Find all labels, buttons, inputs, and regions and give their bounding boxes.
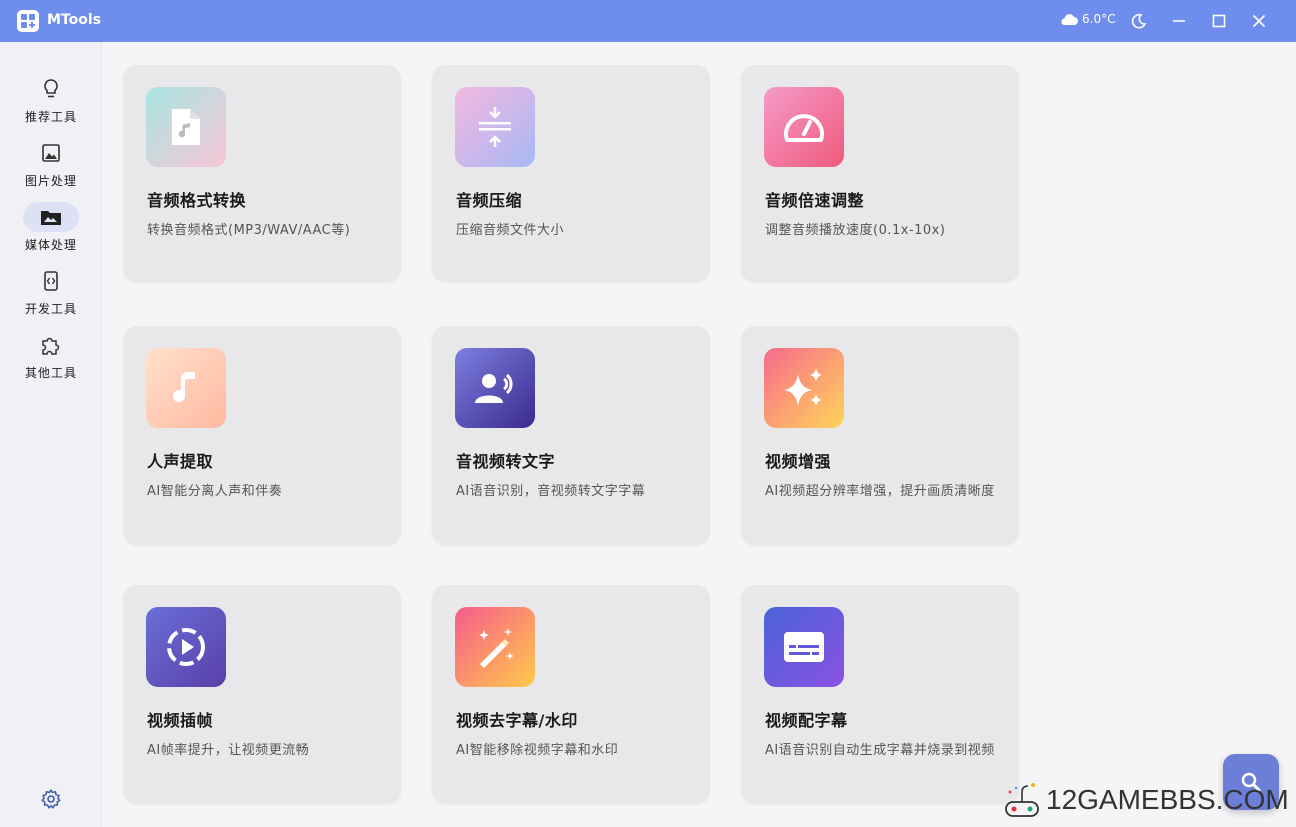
sidebar-item-dev[interactable]: 开发工具 — [0, 264, 102, 322]
subtitles-icon — [764, 607, 844, 687]
play-circle-icon — [146, 607, 226, 687]
minimize-button[interactable] — [1167, 9, 1191, 33]
card-title: 音频压缩 — [456, 191, 523, 210]
sidebar-item-label: 媒体处理 — [24, 238, 77, 252]
tool-card-vocal-extract[interactable]: 人声提取 AI智能分离人声和伴奏 — [123, 326, 401, 545]
sidebar-item-label: 其他工具 — [24, 366, 77, 380]
compress-icon — [455, 87, 535, 167]
card-description: AI语音识别自动生成字幕并烧录到视频 — [765, 743, 995, 758]
sidebar-item-image[interactable]: 图片处理 — [0, 136, 102, 194]
tool-card-speech-to-text[interactable]: 音视频转文字 AI语音识别，音视频转文字字幕 — [432, 326, 710, 545]
maximize-icon — [1212, 14, 1226, 28]
card-title: 视频去字幕/水印 — [456, 711, 578, 730]
tool-card-audio-compress[interactable]: 音频压缩 压缩音频文件大小 — [432, 65, 710, 282]
card-title: 视频配字幕 — [765, 711, 848, 730]
voice-person-icon — [455, 348, 535, 428]
card-description: 转换音频格式(MP3/WAV/AAC等) — [147, 223, 351, 238]
sparkle-icon — [764, 348, 844, 428]
watermark: 12GAMEBBS.COM — [1002, 778, 1289, 822]
card-title: 视频增强 — [765, 452, 832, 471]
cloud-icon — [1061, 14, 1078, 25]
sidebar-item-other[interactable]: 其他工具 — [0, 328, 102, 386]
card-description: AI智能分离人声和伴奏 — [147, 484, 283, 499]
sidebar-item-media[interactable]: 媒体处理 — [0, 200, 102, 258]
tool-card-add-subtitles[interactable]: 视频配字幕 AI语音识别自动生成字幕并烧录到视频 — [741, 585, 1019, 804]
card-description: 压缩音频文件大小 — [456, 223, 565, 238]
sidebar-item-label: 开发工具 — [24, 302, 77, 316]
card-title: 音频格式转换 — [147, 191, 247, 210]
tool-card-video-enhance[interactable]: 视频增强 AI视频超分辨率增强，提升画质清晰度 — [741, 326, 1019, 545]
dark-mode-toggle[interactable] — [1127, 9, 1151, 33]
card-description: AI智能移除视频字幕和水印 — [456, 743, 619, 758]
tool-card-audio-speed[interactable]: 音频倍速调整 调整音频播放速度(0.1x-10x) — [741, 65, 1019, 282]
magic-wand-icon — [455, 607, 535, 687]
code-icon — [44, 271, 58, 291]
card-description: 调整音频播放速度(0.1x-10x) — [765, 223, 946, 238]
image-icon — [42, 144, 60, 162]
media-folder-icon — [41, 211, 61, 225]
tool-card-frame-interpolation[interactable]: 视频插帧 AI帧率提升，让视频更流畅 — [123, 585, 401, 804]
speedometer-icon — [764, 87, 844, 167]
weather-temp: 6.0°C — [1082, 12, 1116, 26]
card-title: 音频倍速调整 — [765, 191, 865, 210]
card-title: 人声提取 — [147, 452, 214, 471]
card-description: AI帧率提升，让视频更流畅 — [147, 743, 310, 758]
moon-icon — [1131, 13, 1147, 29]
sidebar: 推荐工具 图片处理 媒体处理 开发工具 其他工具 — [0, 42, 102, 827]
sidebar-item-label: 推荐工具 — [24, 110, 77, 124]
gear-icon — [41, 789, 61, 809]
app-logo-icon — [17, 10, 39, 32]
audio-file-icon — [146, 87, 226, 167]
settings-button[interactable] — [39, 787, 63, 811]
close-button[interactable] — [1247, 9, 1271, 33]
card-description: AI语音识别，音视频转文字字幕 — [456, 484, 646, 499]
minimize-icon — [1173, 20, 1185, 22]
close-icon — [1252, 14, 1266, 28]
lightbulb-icon — [44, 79, 58, 98]
card-title: 视频插帧 — [147, 711, 214, 730]
sidebar-item-recommended[interactable]: 推荐工具 — [0, 72, 102, 130]
tool-card-remove-watermark[interactable]: 视频去字幕/水印 AI智能移除视频字幕和水印 — [432, 585, 710, 804]
weather-widget[interactable]: 6.0°C — [1059, 12, 1115, 26]
card-description: AI视频超分辨率增强，提升画质清晰度 — [765, 484, 995, 499]
card-title: 音视频转文字 — [456, 452, 556, 471]
music-note-icon — [146, 348, 226, 428]
gamepad-icon — [1005, 783, 1039, 817]
watermark-text: 12GAMEBBS.COM — [1046, 784, 1289, 815]
maximize-button[interactable] — [1207, 9, 1231, 33]
app-title: MTools — [47, 12, 101, 28]
tool-card-audio-convert[interactable]: 音频格式转换 转换音频格式(MP3/WAV/AAC等) — [123, 65, 401, 282]
title-bar: MTools 6.0°C — [0, 0, 1296, 42]
sidebar-item-label: 图片处理 — [24, 174, 77, 188]
puzzle-icon — [42, 337, 60, 355]
